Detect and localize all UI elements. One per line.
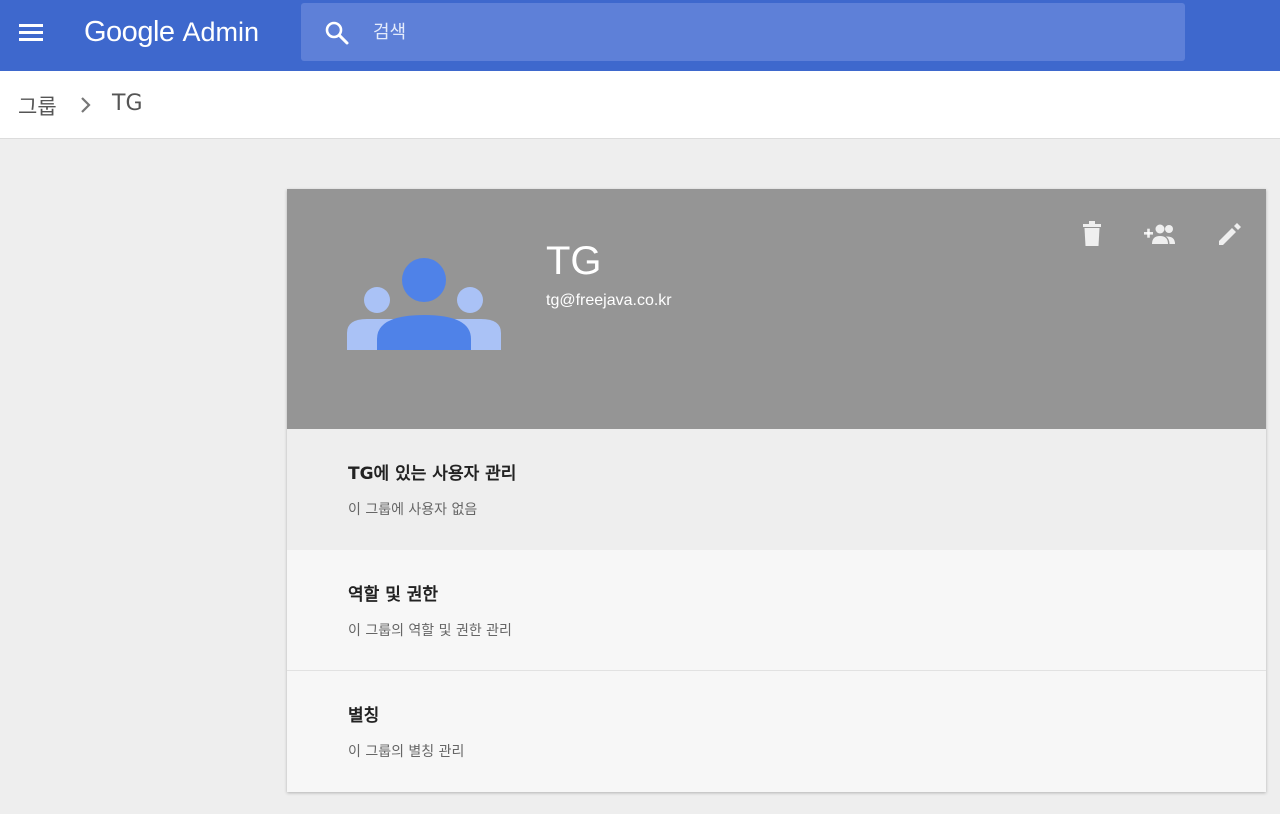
section-title: TG에 있는 사용자 관리: [348, 464, 517, 484]
group-email: tg@freejava.co.kr: [546, 292, 672, 309]
chevron-right-icon: [78, 95, 94, 115]
top-app-bar: Google Admin: [0, 0, 1280, 71]
group-avatar-icon: [347, 257, 501, 350]
add-member-icon[interactable]: [1143, 217, 1177, 251]
logo-google-text: Google: [84, 16, 175, 48]
section-description: 이 그룹의 별칭 관리: [348, 744, 465, 760]
search-bar: [301, 3, 1185, 61]
roles-permissions-section[interactable]: 역할 및 권한 이 그룹의 역할 및 권한 관리: [287, 550, 1266, 671]
search-icon[interactable]: [324, 20, 350, 46]
breadcrumb-groups-link[interactable]: 그룹: [18, 91, 57, 121]
search-input[interactable]: [373, 3, 1153, 61]
logo-admin-text: Admin: [182, 17, 260, 47]
section-description: 이 그룹에 사용자 없음: [348, 502, 478, 518]
section-title: 역할 및 권한: [348, 585, 439, 605]
group-name: TG: [546, 239, 602, 283]
section-title: 별칭: [348, 706, 380, 726]
group-header: TG tg@freejava.co.kr: [287, 189, 1266, 429]
edit-icon[interactable]: [1213, 217, 1247, 251]
group-card: TG tg@freejava.co.kr TG에 있는 사용자 관리 이 그룹에…: [287, 189, 1266, 792]
aliases-section[interactable]: 별칭 이 그룹의 별칭 관리: [287, 671, 1266, 792]
breadcrumb-current: TG: [112, 91, 143, 116]
delete-icon[interactable]: [1075, 217, 1109, 251]
manage-users-section[interactable]: TG에 있는 사용자 관리 이 그룹에 사용자 없음: [287, 429, 1266, 550]
menu-icon[interactable]: [14, 15, 48, 49]
breadcrumb: 그룹 TG: [0, 71, 1280, 139]
section-description: 이 그룹의 역할 및 권한 관리: [348, 623, 512, 639]
google-admin-logo[interactable]: Google Admin: [84, 12, 259, 52]
